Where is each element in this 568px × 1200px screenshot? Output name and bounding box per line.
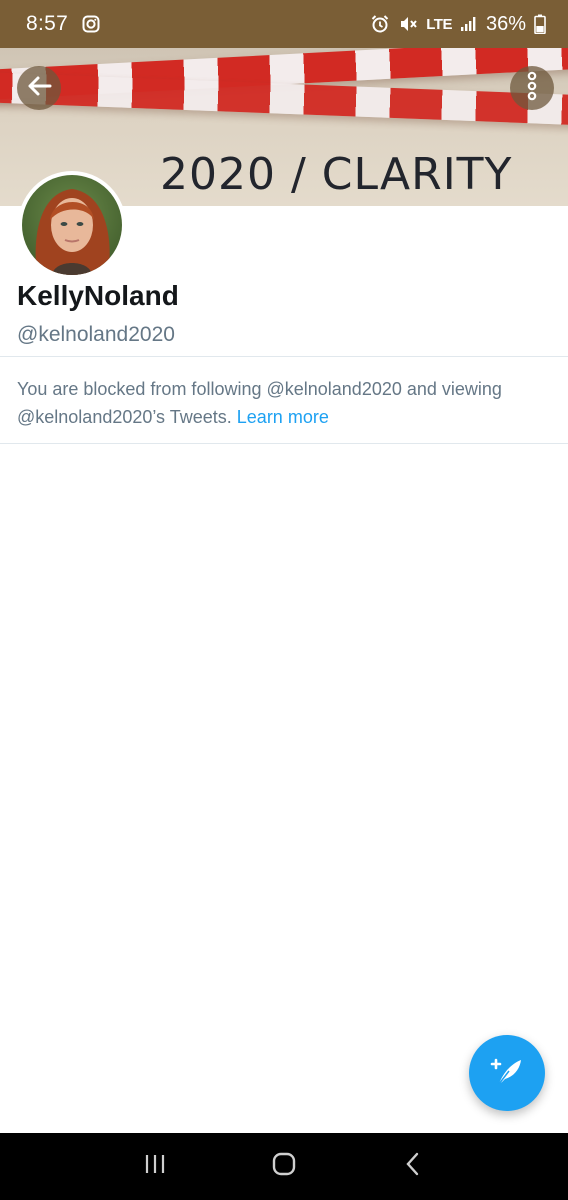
- status-time: 8:57: [26, 12, 69, 35]
- profile-handle: @kelnoland2020: [17, 323, 175, 346]
- compose-tweet-button[interactable]: [469, 1035, 545, 1111]
- nav-back-button[interactable]: [393, 1147, 433, 1187]
- banner-text: 2020 / CLARITY: [160, 149, 513, 200]
- network-type: LTE: [426, 15, 452, 33]
- recent-apps-icon: [144, 1153, 166, 1180]
- signal-icon: [460, 16, 478, 32]
- home-button[interactable]: [264, 1147, 304, 1187]
- status-bar: 8:57 LTE 36%: [0, 0, 568, 48]
- blocked-notice: You are blocked from following @kelnolan…: [17, 375, 557, 431]
- display-name: KellyNoland: [17, 280, 179, 311]
- recent-apps-button[interactable]: [135, 1147, 175, 1187]
- back-button[interactable]: [17, 66, 61, 110]
- more-vertical-icon: [525, 71, 539, 106]
- status-left: 8:57: [26, 12, 100, 36]
- alarm-icon: [370, 14, 390, 34]
- back-arrow-icon: [26, 75, 52, 102]
- system-nav-bar: [0, 1133, 568, 1200]
- learn-more-link[interactable]: Learn more: [237, 407, 329, 427]
- home-icon: [271, 1151, 297, 1182]
- battery-icon: [534, 14, 546, 34]
- avatar[interactable]: [18, 171, 126, 279]
- divider: [0, 443, 568, 444]
- back-icon: [404, 1151, 422, 1182]
- divider: [0, 356, 568, 357]
- mute-icon: [398, 14, 418, 34]
- more-options-button[interactable]: [510, 66, 554, 110]
- compose-tweet-icon: [487, 1051, 527, 1096]
- instagram-icon: [82, 15, 100, 33]
- status-right: LTE 36%: [370, 13, 546, 36]
- battery-percent: 36%: [485, 12, 526, 35]
